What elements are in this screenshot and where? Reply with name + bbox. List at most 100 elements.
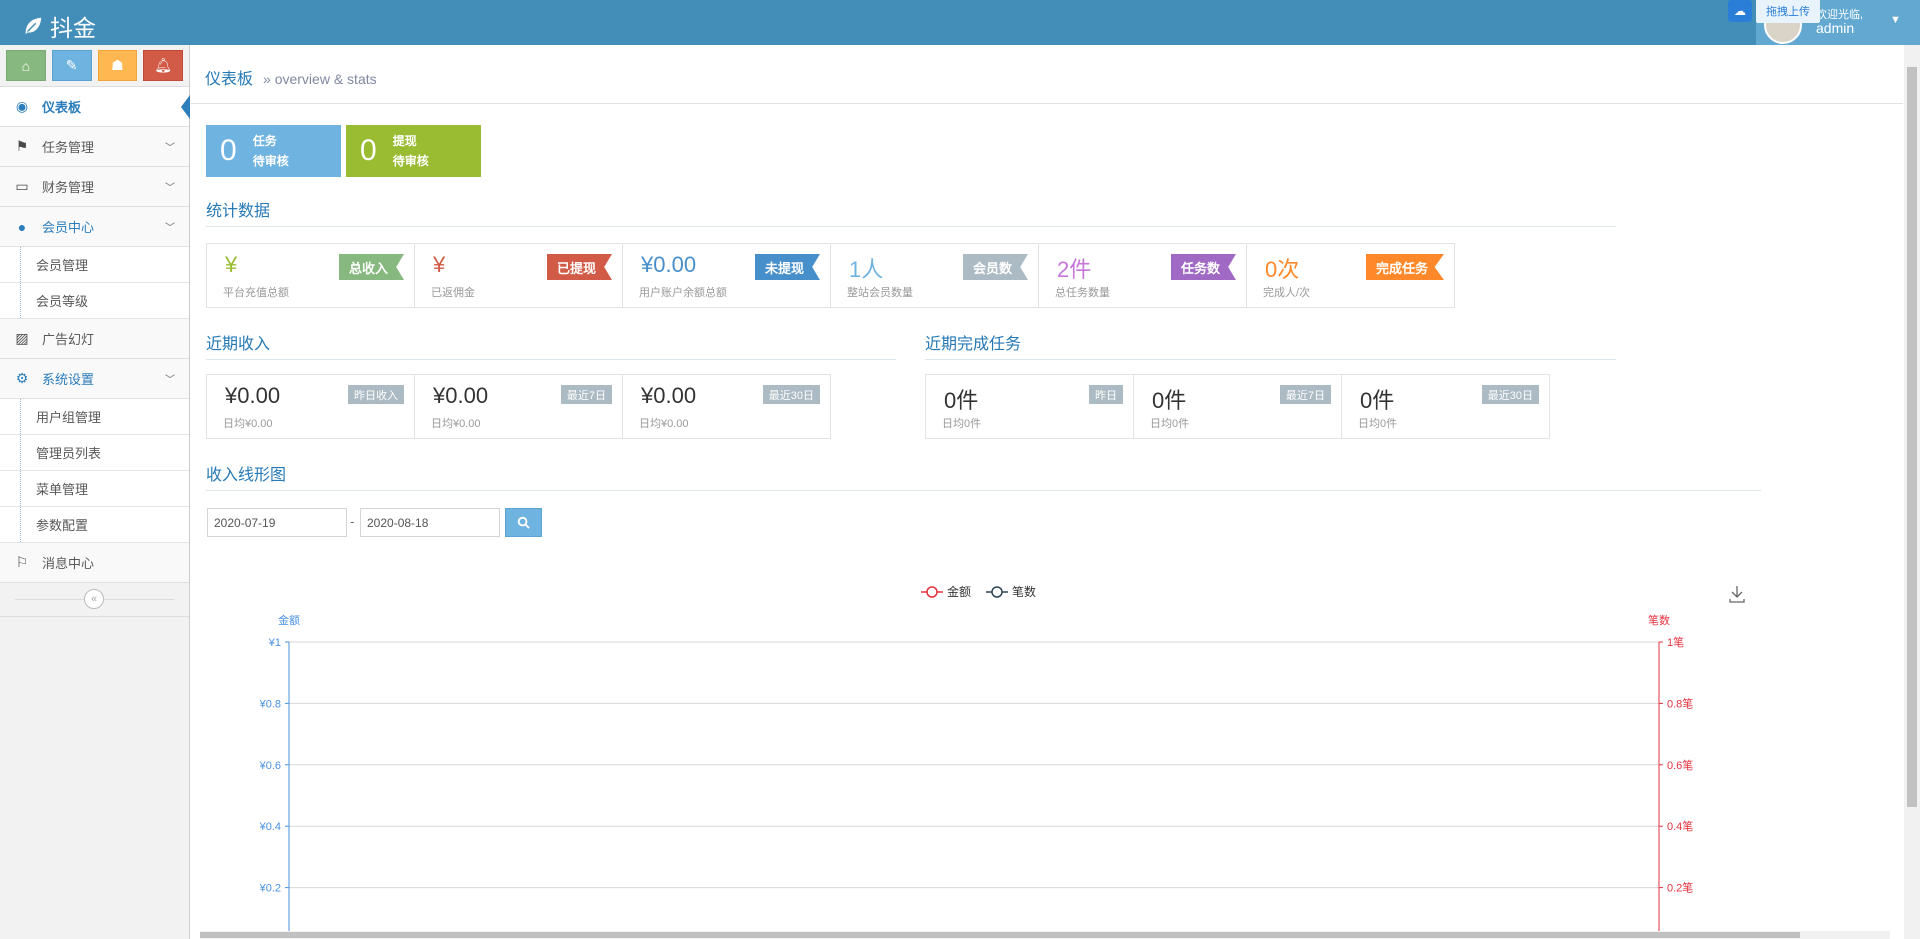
pending-withdraw-box[interactable]: 0 提现 待审核 xyxy=(346,125,481,177)
stats-row: ¥ 平台充值总额 总收入 ¥ 已返佣金 已提现 ¥0.00 用户账户余额总额 未… xyxy=(206,243,1455,308)
sidebar-item-label: 消息中心 xyxy=(42,556,95,571)
home-icon: ⌂ xyxy=(21,57,31,74)
sidebar-item-dashboard[interactable]: ◉ 仪表板 xyxy=(0,87,190,127)
page-title[interactable]: 仪表板 xyxy=(205,65,253,89)
sidebar-subitem-user-groups[interactable]: 用户组管理 xyxy=(0,399,189,435)
stat-tag: 已提现 xyxy=(546,254,612,280)
users-shortcut-button[interactable]: ☗ xyxy=(97,50,138,81)
bookmark-icon: ⚐ xyxy=(15,554,29,570)
income-yesterday-card: ¥0.00 昨日收入 日均¥0.00 xyxy=(206,374,415,439)
date-to-input[interactable]: 2020-08-18 xyxy=(360,508,500,537)
sidebar-item-tasks[interactable]: ⚑ 任务管理 ﹀ xyxy=(0,127,189,167)
stat-tag: 完成任务 xyxy=(1365,254,1444,280)
stat-value: 2件 xyxy=(1057,257,1092,282)
card-caption: 日均¥0.00 xyxy=(639,418,689,430)
stat-tag: 任务数 xyxy=(1170,254,1236,280)
stat-caption: 已返佣金 xyxy=(431,287,475,299)
stat-caption: 总任务数量 xyxy=(1055,287,1110,299)
pending-withdraw-status: 待审核 xyxy=(392,154,429,168)
stat-withdrawn: ¥ 已返佣金 已提现 xyxy=(414,243,623,308)
recent-tasks-title: 近期完成任务 xyxy=(925,336,1022,353)
inbox-icon: ▭ xyxy=(15,178,29,194)
sidebar: ⌂ ✎ ☗ 🔔︎ ◉ 仪表板 ⚑ 任务管理 ﹀ ▭ 财务管理 ﹀ ● 会员中心 … xyxy=(0,45,190,939)
recent-tasks-row: 0件 昨日 日均0件 0件 最近7日 日均0件 0件 最近30日 日均0件 xyxy=(925,374,1550,439)
divider xyxy=(206,359,896,360)
sidebar-item-members[interactable]: ● 会员中心 ﹀ xyxy=(0,207,189,247)
sidebar-item-label: 广告幻灯 xyxy=(42,332,95,347)
page-subtitle: » overview & stats xyxy=(263,71,377,87)
caret-down-icon: ▼ xyxy=(1890,14,1901,26)
income-30days-card: ¥0.00 最近30日 日均¥0.00 xyxy=(622,374,831,439)
bell-shortcut-button[interactable]: 🔔︎ xyxy=(143,50,183,81)
sidebar-subitem-member-manage[interactable]: 会员管理 xyxy=(0,247,189,283)
drag-upload-widget[interactable]: ☁ 拖拽上传 xyxy=(1728,0,1820,23)
stat-caption: 完成人/次 xyxy=(1263,287,1311,299)
sidebar-item-ads[interactable]: ▨ 广告幻灯 xyxy=(0,319,189,359)
y-axis-title-right: 笔数 xyxy=(1648,613,1670,627)
sidebar-item-label: 任务管理 xyxy=(42,140,95,155)
vertical-scrollbar[interactable] xyxy=(1904,45,1920,939)
pencil-icon: ✎ xyxy=(65,57,78,73)
card-caption: 日均0件 xyxy=(1150,418,1190,430)
stat-tag: 未提现 xyxy=(754,254,820,280)
scrollbar-thumb[interactable] xyxy=(1907,67,1917,807)
chevron-down-icon: ﹀ xyxy=(165,183,175,194)
home-shortcut-button[interactable]: ⌂ xyxy=(6,50,46,81)
sidebar-subitem-params[interactable]: 参数配置 xyxy=(0,507,189,543)
y-tick-label-left: ¥1 xyxy=(268,637,281,649)
card-caption: 日均0件 xyxy=(942,418,982,430)
card-value: ¥0.00 xyxy=(225,383,281,408)
card-tag: 最近30日 xyxy=(1481,385,1539,404)
legend-marker xyxy=(926,586,938,598)
main-content: 仪表板 » overview & stats 0 任务 待审核 0 提现 待审核… xyxy=(191,45,1903,939)
y-tick-label-left: ¥0.4 xyxy=(259,821,281,833)
sidebar-item-finance[interactable]: ▭ 财务管理 ﹀ xyxy=(0,167,189,207)
horizontal-scrollbar[interactable] xyxy=(200,931,1890,939)
pencil-shortcut-button[interactable]: ✎ xyxy=(51,50,92,81)
card-tag: 最近30日 xyxy=(762,385,820,404)
sidebar-item-settings[interactable]: ⚙ 系统设置 ﹀ xyxy=(0,359,189,399)
scrollbar-thumb[interactable] xyxy=(200,932,1800,938)
sidebar-subitem-menu-manage[interactable]: 菜单管理 xyxy=(0,471,189,507)
flag-icon: ⚑ xyxy=(15,138,29,154)
y-tick-label-left: ¥0.2 xyxy=(259,883,281,895)
legend-label: 笔数 xyxy=(1012,584,1036,599)
brand[interactable]: 抖金 xyxy=(22,9,96,43)
sidebar-item-messages[interactable]: ⚐ 消息中心 xyxy=(0,543,189,583)
sidebar-item-label: 会员中心 xyxy=(42,220,95,235)
card-tag: 昨日 xyxy=(1089,385,1123,404)
chevron-down-icon: ﹀ xyxy=(165,375,175,386)
user-name: admin xyxy=(1816,20,1855,36)
stat-tasks: 2件 总任务数量 任务数 xyxy=(1038,243,1247,308)
y-tick-label-left: ¥0.6 xyxy=(259,760,281,772)
stat-value: 0次 xyxy=(1265,257,1300,282)
sidebar-subitem-admin-list[interactable]: 管理员列表 xyxy=(0,435,189,471)
income-line-chart: 金额笔数金额笔数¥00笔¥0.20.2笔¥0.40.4笔¥0.60.6笔¥0.8… xyxy=(259,584,1745,939)
search-button[interactable] xyxy=(505,508,542,537)
double-angle-left-icon: « xyxy=(84,589,104,609)
sidebar-subitem-label: 会员等级 xyxy=(36,294,89,309)
stat-total-income: ¥ 平台充值总额 总收入 xyxy=(206,243,415,308)
leaf-icon xyxy=(25,17,42,35)
pending-task-status: 待审核 xyxy=(252,154,289,168)
sidebar-subitem-label: 菜单管理 xyxy=(36,482,89,497)
card-value: 0件 xyxy=(1152,388,1187,413)
sidebar-subitem-label: 会员管理 xyxy=(36,258,89,273)
sidebar-subitem-label: 用户组管理 xyxy=(36,410,102,425)
search-icon xyxy=(517,516,530,529)
sidebar-subitem-member-level[interactable]: 会员等级 xyxy=(0,283,189,319)
card-caption: 日均¥0.00 xyxy=(431,418,481,430)
dashboard-icon: ◉ xyxy=(15,98,29,114)
stat-caption: 用户账户余额总额 xyxy=(639,287,727,299)
sidebar-collapse-toggle[interactable]: « xyxy=(0,583,189,617)
card-tag: 最近7日 xyxy=(560,385,612,404)
y-tick-label-right: 0.4笔 xyxy=(1667,819,1693,833)
sidebar-item-label: 财务管理 xyxy=(42,180,95,195)
y-axis-title-left: 金额 xyxy=(278,613,300,627)
pending-task-box[interactable]: 0 任务 待审核 xyxy=(206,125,341,177)
stat-tag: 总收入 xyxy=(338,254,404,280)
date-from-input[interactable]: 2020-07-19 xyxy=(207,508,347,537)
sidebar-item-label: 仪表板 xyxy=(42,100,82,115)
chevron-down-icon: ﹀ xyxy=(165,223,175,234)
stat-caption: 整站会员数量 xyxy=(847,287,913,299)
